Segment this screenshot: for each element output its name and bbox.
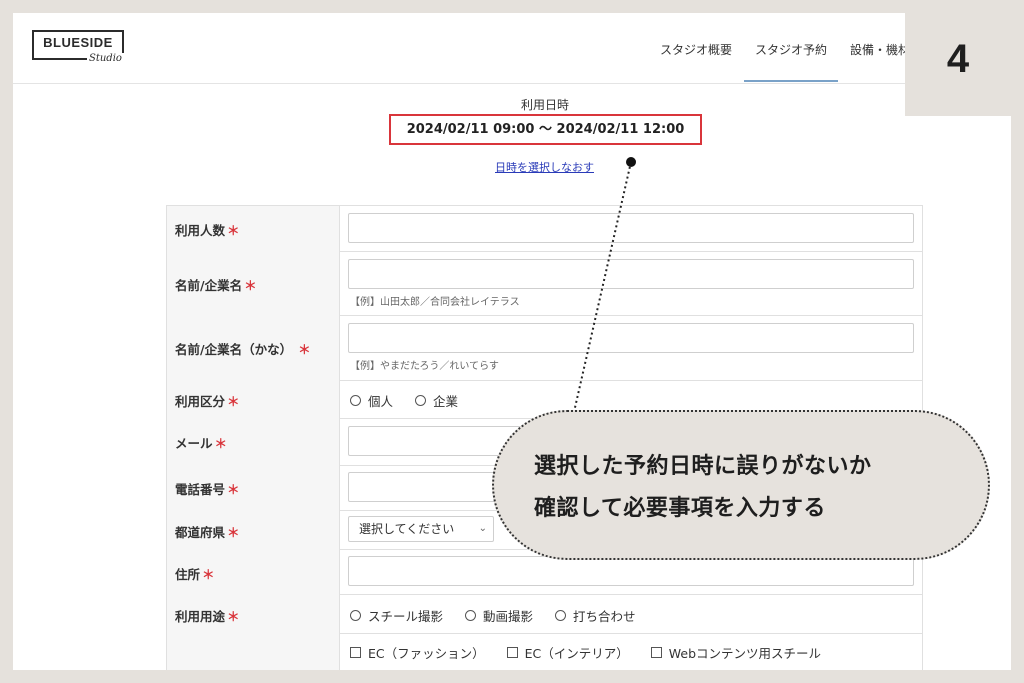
callout-bubble: 選択した予約日時に誤りがないか 確認して必要事項を入力する	[492, 410, 990, 560]
callout-line-2: 確認して必要事項を入力する	[534, 496, 826, 521]
leader-line	[573, 157, 636, 413]
callout-line-1: 選択した予約日時に誤りがないか	[534, 454, 872, 479]
leader-dotted-line	[573, 161, 632, 413]
leader-dot	[626, 157, 636, 167]
